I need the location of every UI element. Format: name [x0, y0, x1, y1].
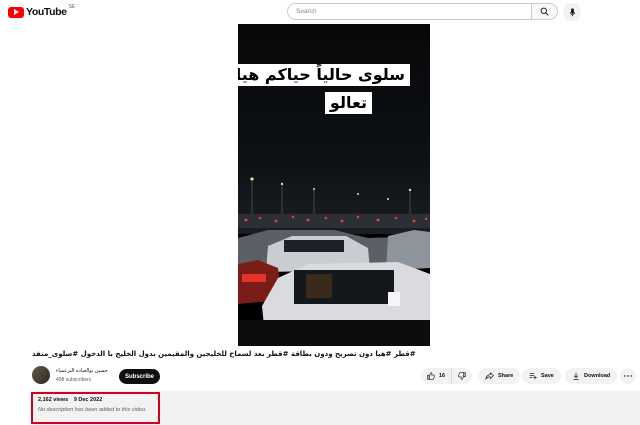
like-count: 16 [439, 373, 446, 379]
voice-search-button[interactable] [563, 3, 581, 21]
masthead: YouTube SE [0, 0, 640, 24]
save-label: Save [541, 373, 554, 379]
like-button[interactable]: 16 [421, 368, 453, 384]
subscribe-button[interactable]: Subscribe [119, 369, 160, 384]
search-input[interactable] [287, 3, 531, 20]
video-player[interactable]: سلوى حالياً حياكم هيا تعالو [238, 24, 430, 346]
more-actions-button[interactable] [620, 368, 636, 384]
description-text: No description has been added to this vi… [38, 407, 147, 413]
channel-avatar[interactable] [32, 366, 50, 384]
dislike-button[interactable] [452, 368, 472, 384]
description-meta: 2,162 views 9 Dec 2022 [38, 397, 102, 403]
youtube-logo[interactable]: YouTube SE [8, 4, 76, 18]
save-playlist-icon [529, 373, 537, 380]
thumbs-up-icon [427, 372, 435, 380]
thumbs-down-icon [458, 372, 466, 380]
channel-owner: حسين بوالعياده البزعمياء 498 subscribers [32, 366, 130, 384]
share-icon [485, 372, 494, 380]
mic-icon [569, 7, 575, 16]
video-overlay-caption-line-2: تعالو [324, 92, 372, 114]
video-title: #قطر #هيا دون تصريح ودون بطاقة #قطر بعد … [32, 350, 416, 358]
like-dislike-group: 16 [421, 368, 473, 384]
search-box [287, 3, 558, 20]
youtube-play-icon [8, 6, 24, 18]
video-overlay-caption-line-1: سلوى حالياً حياكم هيا [238, 64, 410, 86]
share-label: Share [498, 373, 514, 379]
download-button[interactable]: Download [565, 368, 618, 384]
country-code: SE [68, 4, 76, 10]
search-icon [540, 7, 549, 16]
logo-text: YouTube [26, 6, 67, 18]
share-button[interactable]: Share [478, 368, 521, 384]
more-horizontal-icon [624, 375, 632, 377]
search-button[interactable] [531, 3, 558, 20]
save-button[interactable]: Save [522, 368, 561, 384]
download-label: Download [584, 373, 611, 379]
download-icon [573, 372, 579, 380]
view-count: 2,162 views [38, 397, 69, 403]
upload-date: 9 Dec 2022 [73, 397, 103, 403]
watch-page: YouTube SE Search سلوى حالياً حياكم هيا … [0, 0, 640, 425]
